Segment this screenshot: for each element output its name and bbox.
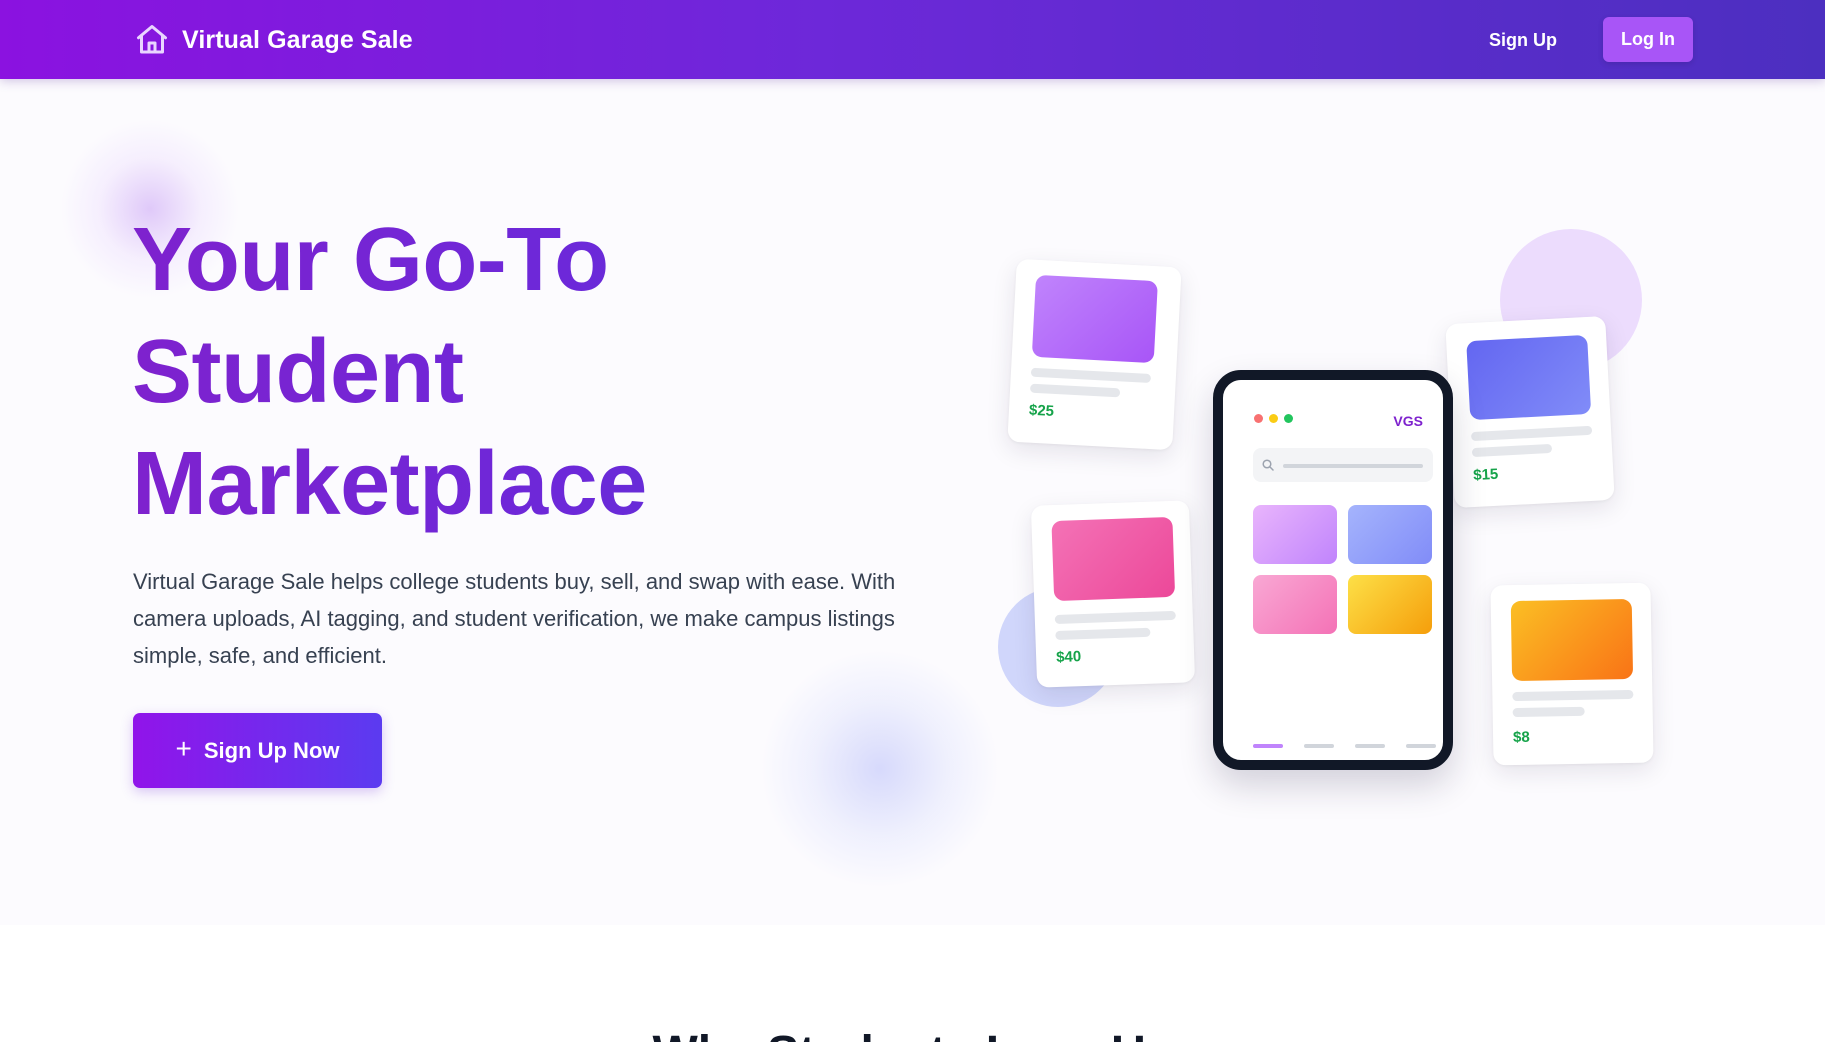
phone-tab-indicator: [1304, 744, 1334, 748]
window-dot-red: [1254, 414, 1263, 423]
hero-title-line: Your Go-To: [132, 210, 609, 310]
phone-logo: VGS: [1393, 413, 1423, 429]
product-card: $25: [1007, 258, 1182, 451]
product-image: [1051, 516, 1176, 602]
text-placeholder: [1055, 627, 1151, 641]
product-card: $15: [1445, 315, 1615, 509]
product-price: $15: [1472, 465, 1499, 485]
listing-tile: [1348, 575, 1432, 634]
window-dot-green: [1284, 414, 1293, 423]
signup-now-label: Sign Up Now: [203, 737, 340, 763]
search-placeholder-line: [1283, 464, 1423, 468]
phone-tab-indicator: [1406, 744, 1436, 748]
phone-search-bar: [1253, 448, 1433, 482]
hero-title-line: Student: [132, 322, 464, 422]
search-icon: [1262, 459, 1274, 471]
signup-now-button[interactable]: + Sign Up Now: [133, 713, 382, 788]
window-dot-yellow: [1269, 414, 1278, 423]
decorative-blob: [760, 649, 1000, 889]
brand-name: Virtual Garage Sale: [182, 25, 413, 54]
phone-tab-indicator: [1355, 744, 1385, 748]
listing-tile: [1253, 505, 1337, 564]
text-placeholder: [1470, 425, 1593, 442]
navbar: Virtual Garage Sale Sign Up Log In: [0, 0, 1825, 79]
product-image: [1031, 274, 1158, 364]
text-placeholder: [1471, 443, 1553, 458]
features-heading: Why Students Love Us: [0, 1024, 1825, 1042]
text-placeholder: [1512, 689, 1634, 702]
hero-section: Your Go-To Student Marketplace Virtual G…: [0, 79, 1825, 925]
hero-title: Your Go-To Student Marketplace: [132, 204, 852, 540]
text-placeholder: [1029, 383, 1121, 398]
hero-title-line: Marketplace: [132, 434, 647, 534]
text-placeholder: [1512, 706, 1585, 718]
text-placeholder: [1030, 367, 1152, 383]
nav-login-button[interactable]: Log In: [1603, 17, 1693, 62]
product-price: $25: [1028, 401, 1055, 420]
product-card: $40: [1030, 500, 1196, 688]
product-image: [1466, 334, 1592, 421]
phone-tab-indicator: [1253, 744, 1283, 748]
brand-link[interactable]: Virtual Garage Sale: [134, 20, 413, 60]
phone-mockup: VGS: [1213, 370, 1453, 770]
nav-signup-link[interactable]: Sign Up: [1489, 24, 1557, 56]
listing-tile: [1348, 505, 1432, 564]
home-icon: [137, 25, 167, 54]
product-price: $8: [1512, 728, 1530, 747]
product-card: $8: [1490, 582, 1654, 766]
hero-description: Virtual Garage Sale helps college studen…: [133, 569, 896, 668]
text-placeholder: [1054, 610, 1176, 625]
plus-icon: +: [175, 733, 192, 764]
product-image: [1510, 598, 1634, 682]
listing-tile: [1253, 575, 1337, 634]
product-price: $40: [1055, 648, 1082, 667]
